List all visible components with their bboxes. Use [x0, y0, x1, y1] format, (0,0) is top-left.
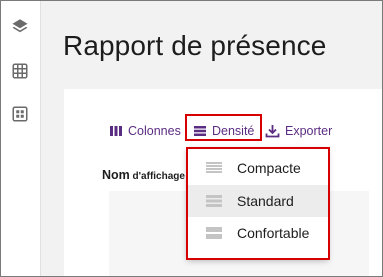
density-option-label: Standard	[237, 193, 294, 209]
density-option-compact[interactable]: Compacte	[187, 152, 328, 184]
page-title: Rapport de présence	[63, 30, 327, 61]
density-standard-icon	[205, 194, 225, 208]
density-option-label: Confortable	[237, 225, 310, 241]
density-option-label: Compacte	[237, 160, 301, 176]
columns-icon	[110, 126, 122, 136]
column-header-display-name[interactable]: Nom d'affichage	[102, 166, 185, 184]
export-label: Exporter	[285, 124, 333, 138]
download-icon	[265, 125, 280, 138]
density-compact-icon	[205, 161, 225, 175]
density-menu: Compacte Standard Confortable	[187, 148, 328, 259]
density-comfortable-icon	[205, 226, 225, 240]
export-button[interactable]: Exporter	[265, 123, 332, 139]
columns-label: Colonnes	[128, 124, 181, 138]
app-window: Rapport de présence Colonnes Densité Exp…	[0, 0, 383, 277]
density-option-standard[interactable]: Standard	[187, 185, 328, 217]
columns-button[interactable]: Colonnes	[109, 123, 181, 139]
layers-icon[interactable]	[8, 14, 32, 38]
dashboard-icon[interactable]	[8, 102, 32, 126]
density-option-comfortable[interactable]: Confortable	[187, 217, 328, 249]
column-header-suffix: d'affichage	[129, 171, 185, 182]
column-header-main: Nom	[102, 168, 130, 182]
grid-icon[interactable]	[8, 59, 32, 83]
sidebar	[1, 1, 41, 276]
density-button-highlight	[185, 114, 262, 141]
